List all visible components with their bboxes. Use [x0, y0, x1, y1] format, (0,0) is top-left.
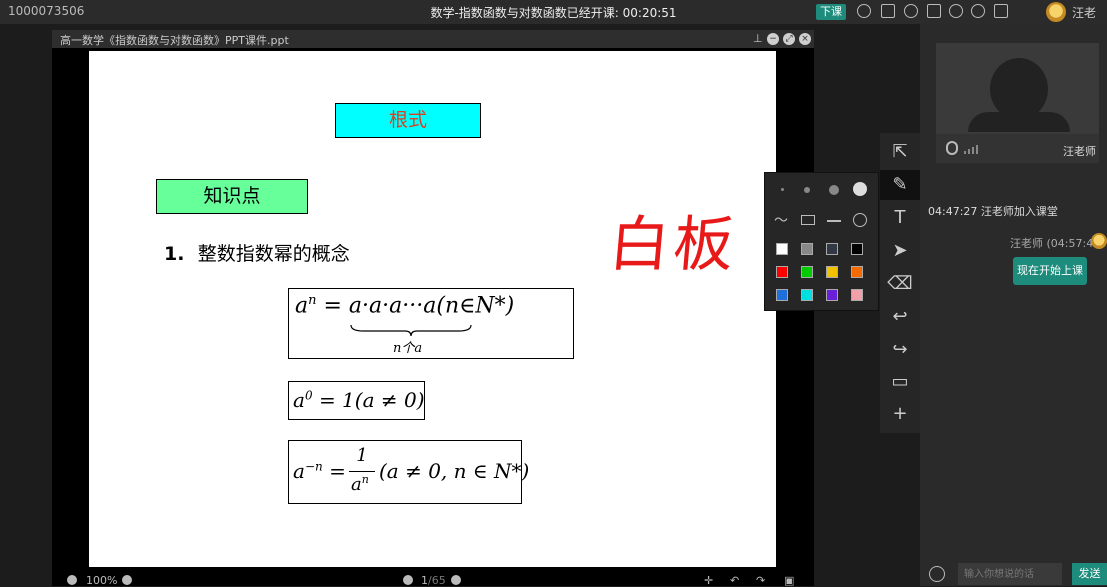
- fullscreen-icon[interactable]: ⤢: [783, 33, 795, 45]
- laser-pointer-icon[interactable]: ➤: [880, 236, 920, 266]
- color-swatch[interactable]: [851, 266, 863, 278]
- formula3-exponent: −n: [304, 459, 323, 474]
- color-swatch[interactable]: [801, 289, 813, 301]
- chat-input[interactable]: [958, 563, 1062, 585]
- slide-title: 根式: [335, 103, 481, 138]
- hangup-icon[interactable]: [857, 4, 871, 18]
- zoom-level: 100%: [86, 574, 118, 587]
- video-name: 汪老师: [1063, 145, 1096, 158]
- concept-heading: 1. 整数指数幂的概念: [164, 239, 350, 266]
- page-indicator: 1/65: [421, 574, 446, 587]
- ppt-filename: 高一数学《指数函数与对数函数》PPT课件.ppt: [60, 34, 289, 47]
- mic-muted-icon[interactable]: [946, 141, 958, 155]
- formula3-denominator: a: [351, 474, 362, 495]
- gear-icon[interactable]: [949, 4, 963, 18]
- close-icon[interactable]: ×: [799, 33, 811, 45]
- send-button[interactable]: 发送: [1072, 563, 1107, 585]
- avatar-placeholder: [990, 58, 1048, 120]
- line-icon[interactable]: [827, 220, 841, 222]
- formula2-exponent: 0: [304, 388, 313, 403]
- underbrace: [350, 324, 472, 337]
- rectangle-icon[interactable]: [801, 215, 815, 225]
- color-swatch[interactable]: [776, 289, 788, 301]
- redo-page-icon[interactable]: ↷: [756, 574, 765, 587]
- color-swatch[interactable]: [851, 243, 863, 255]
- size-xs[interactable]: [781, 188, 784, 191]
- current-page: 1: [421, 574, 428, 587]
- move-icon[interactable]: ✛: [704, 574, 713, 587]
- add-icon[interactable]: +: [880, 399, 920, 429]
- user-icon[interactable]: [904, 4, 918, 18]
- chat-avatar: [1091, 233, 1107, 249]
- text-tool-icon[interactable]: T: [880, 203, 920, 233]
- formula2-base: a: [293, 388, 305, 412]
- exit-icon[interactable]: [994, 4, 1008, 18]
- book-icon[interactable]: [881, 4, 895, 18]
- undo-icon[interactable]: ↩: [880, 302, 920, 332]
- formula3-base: a: [293, 459, 305, 483]
- screenshot-icon[interactable]: ▭: [880, 367, 920, 397]
- formula1-brace-label: n个a: [393, 341, 423, 356]
- formula-positive-exponent: an = a·a·a···a(n∈N*) n个a: [288, 288, 574, 359]
- pen-palette: ～: [764, 172, 879, 311]
- color-swatch[interactable]: [776, 266, 788, 278]
- formula3-den-exponent: n: [361, 473, 369, 486]
- formula3-rhs: (a ≠ 0, n ∈ N*): [379, 459, 530, 483]
- undo-page-icon[interactable]: ↶: [730, 574, 739, 587]
- minimize-icon[interactable]: −: [767, 33, 779, 45]
- chat-sender: 汪老师: [1010, 237, 1043, 250]
- chat-system-message: 04:47:27 汪老师加入课堂: [928, 205, 1058, 218]
- size-s[interactable]: [804, 187, 810, 193]
- screen-icon[interactable]: ▣: [784, 574, 794, 587]
- formula-zero-exponent: a0 = 1(a ≠ 0): [288, 381, 425, 420]
- color-swatch[interactable]: [826, 266, 838, 278]
- redo-icon[interactable]: ↪: [880, 335, 920, 365]
- color-swatch[interactable]: [826, 243, 838, 255]
- freehand-icon[interactable]: ～: [774, 210, 788, 230]
- total-pages: /65: [428, 574, 446, 587]
- info-icon[interactable]: [971, 4, 985, 18]
- slide: 根式 知识点 1. 整数指数幂的概念 an = a·a·a···a(n∈N*) …: [89, 51, 776, 567]
- formula1-base: a: [295, 293, 309, 319]
- formula-negative-exponent: a−n = 1 an (a ≠ 0, n ∈ N*): [288, 440, 529, 504]
- color-swatch[interactable]: [801, 243, 813, 255]
- zoom-out-icon[interactable]: [67, 575, 77, 585]
- formula1-exponent: n: [308, 293, 317, 308]
- signal-icon: [964, 145, 978, 154]
- grid-icon[interactable]: [927, 4, 941, 18]
- end-class-button[interactable]: 下课: [816, 4, 846, 20]
- formula1-rhs: = a·a·a···a(n∈N*): [323, 293, 515, 319]
- formula3-numerator: 1: [356, 445, 368, 466]
- teacher-avatar[interactable]: [1046, 2, 1066, 22]
- select-tool-icon[interactable]: ⇱: [880, 137, 920, 167]
- prev-page-icon[interactable]: [403, 575, 413, 585]
- color-swatch[interactable]: [776, 243, 788, 255]
- color-swatch[interactable]: [801, 266, 813, 278]
- pen-tool-icon[interactable]: ✎: [880, 170, 920, 200]
- handwriting-annotation: 白板: [606, 210, 741, 280]
- chat-bubble: 现在开始上课: [1013, 257, 1087, 285]
- eraser-icon[interactable]: ⌫: [880, 269, 920, 299]
- fraction-bar: [349, 471, 375, 472]
- knowledge-label: 知识点: [156, 179, 308, 214]
- size-m[interactable]: [829, 185, 839, 195]
- formula2-rhs: = 1(a ≠ 0): [318, 388, 425, 412]
- heading-text: 整数指数幂的概念: [197, 243, 350, 265]
- heading-number: 1.: [164, 243, 185, 265]
- color-swatch[interactable]: [826, 289, 838, 301]
- size-l[interactable]: [853, 182, 867, 196]
- zoom-in-icon[interactable]: [122, 575, 132, 585]
- avatar-placeholder-body: [968, 112, 1070, 132]
- pin-icon[interactable]: ⊥: [753, 32, 763, 45]
- color-swatch[interactable]: [851, 289, 863, 301]
- next-page-icon[interactable]: [451, 575, 461, 585]
- emoji-icon[interactable]: [929, 566, 945, 582]
- ellipse-icon[interactable]: [853, 213, 867, 227]
